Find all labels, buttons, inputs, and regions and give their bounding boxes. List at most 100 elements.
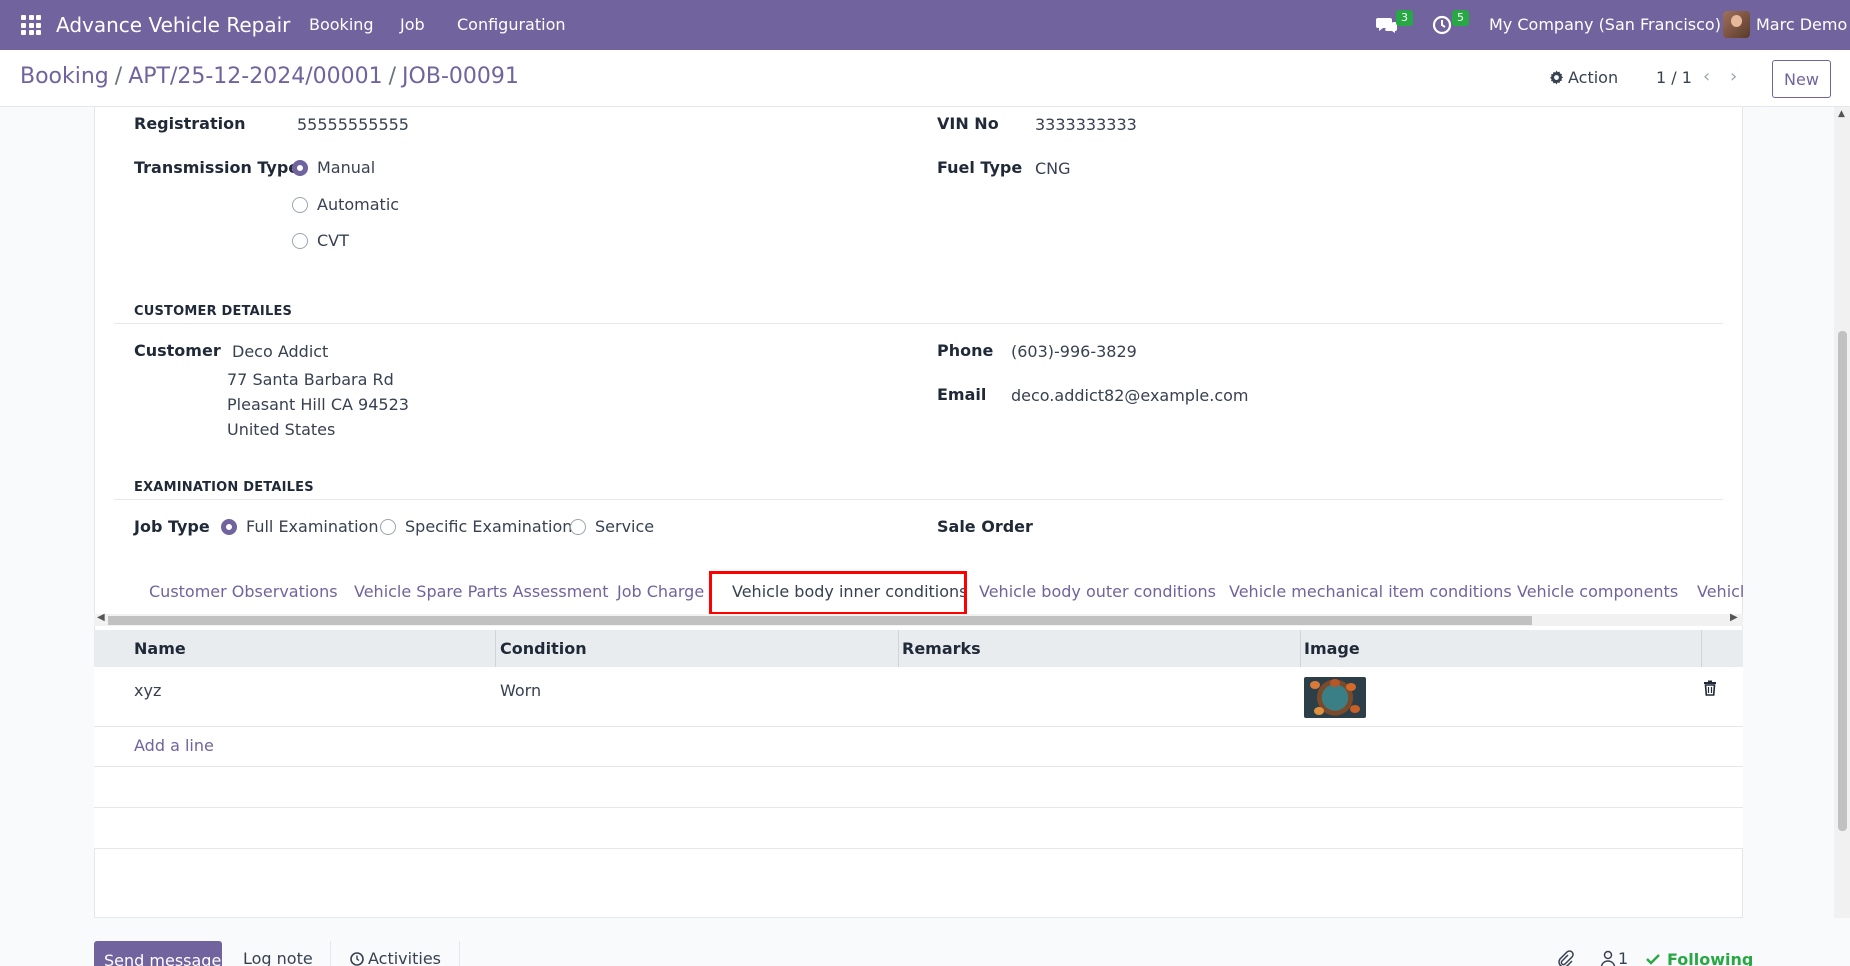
column-header-remarks[interactable]: Remarks [902,639,981,658]
scroll-left-icon[interactable]: ◀ [97,612,105,623]
highlight-box [709,571,967,615]
empty-row [94,808,1743,849]
radio-label: CVT [317,231,349,250]
clock-icon [350,952,364,966]
section-divider [114,499,1723,500]
vin-field[interactable]: 3333333333 [1035,115,1137,134]
job-type-service-radio[interactable]: Service [570,517,654,536]
customer-address-line: 77 Santa Barbara Rd [227,370,394,389]
column-header-condition[interactable]: Condition [500,639,587,658]
gear-icon [1549,70,1564,85]
send-message-button[interactable]: Send message [94,941,222,966]
tab-vehicle-components[interactable]: Vehicle components [1517,582,1678,601]
column-separator [1300,630,1301,667]
table-row[interactable] [94,667,1743,727]
radio-unchecked-icon [292,232,308,249]
tab-mechanical-item-conditions[interactable]: Vehicle mechanical item conditions [1229,582,1512,601]
sale-order-label: Sale Order [937,517,1033,536]
new-button[interactable]: New [1772,60,1831,98]
radio-unchecked-icon [570,518,586,535]
pager-next-icon[interactable]: › [1730,66,1737,87]
tab-body-outer-conditions[interactable]: Vehicle body outer conditions [979,582,1216,601]
chatter-separator [330,941,331,966]
breadcrumb-current: JOB-00091 [402,64,519,89]
breadcrumb-appointment[interactable]: APT/25-12-2024/00001 [128,64,382,89]
column-header-image[interactable]: Image [1304,639,1360,658]
pager-value[interactable]: 1 / 1 [1656,68,1692,87]
radio-label: Full Examination [246,517,379,536]
tab-overflow[interactable]: Vehicl [1697,582,1743,601]
pager-previous-icon[interactable]: ‹ [1703,66,1710,87]
scrollbar-thumb[interactable] [108,616,1532,625]
breadcrumb-separator: / [388,64,397,89]
action-label: Action [1568,68,1619,87]
radio-label: Service [595,517,655,536]
log-note-button[interactable]: Log note [243,949,313,966]
breadcrumb-separator: / [114,64,123,89]
clock-icon[interactable] [1432,15,1452,35]
tab-spare-parts-assessment[interactable]: Vehicle Spare Parts Assessment [354,582,609,601]
radio-label: Manual [317,158,376,177]
tabs-horizontal-scrollbar[interactable]: ◀ ▶ [94,612,1743,626]
transmission-label: Transmission Type [134,158,300,177]
row-image-thumbnail[interactable] [1304,677,1366,718]
page-vertical-scrollbar[interactable]: ▲ [1834,107,1850,918]
check-icon [1646,954,1660,965]
transmission-cvt-radio[interactable]: CVT [292,231,349,250]
row-name-cell[interactable]: xyz [134,681,161,700]
email-label: Email [937,385,987,404]
fuel-type-field[interactable]: CNG [1035,159,1071,178]
following-button[interactable]: Following [1667,950,1753,966]
app-title[interactable]: Advance Vehicle Repair [56,13,290,37]
breadcrumb-booking[interactable]: Booking [20,64,109,89]
control-panel: Booking / APT/25-12-2024/00001/JOB-00091 A… [0,50,1850,107]
add-line-link[interactable]: Add a line [134,736,214,755]
activities-button[interactable]: Activities [368,949,441,966]
company-switcher[interactable]: My Company (San Francisco) [1489,15,1721,34]
transmission-manual-radio[interactable]: Manual [292,158,375,177]
transmission-automatic-radio[interactable]: Automatic [292,195,399,214]
top-navbar: Advance Vehicle Repair Booking Job Confi… [0,0,1850,50]
job-type-full-radio[interactable]: Full Examination [221,517,378,536]
chatter-bar: Send message Log note Activities 1 Follo… [0,934,1850,966]
column-separator [1701,630,1702,667]
registration-field[interactable]: 55555555555 [297,115,409,134]
trash-icon[interactable] [1703,680,1717,696]
scroll-up-icon[interactable]: ▲ [1838,109,1845,119]
menu-configuration[interactable]: Configuration [457,15,566,34]
apps-grid-icon[interactable] [21,15,41,35]
section-divider [114,323,1723,324]
scrollbar-thumb[interactable] [1838,331,1847,831]
row-condition-cell[interactable]: Worn [500,681,541,700]
empty-row [94,767,1743,808]
chat-icon[interactable] [1376,15,1398,35]
column-header-name[interactable]: Name [134,639,186,658]
customer-address-line: Pleasant Hill CA 94523 [227,395,409,414]
phone-field[interactable]: (603)-996-3829 [1011,342,1137,361]
radio-label: Automatic [317,195,400,214]
followers-count[interactable]: 1 [1618,949,1628,966]
messages-badge: 3 [1396,10,1413,26]
add-line-row [94,727,1743,767]
menu-job[interactable]: Job [400,15,425,34]
phone-label: Phone [937,341,994,360]
tab-job-charge[interactable]: Job Charge [617,582,704,601]
breadcrumb: Booking / APT/25-12-2024/00001/JOB-00091 [20,64,519,89]
radio-unchecked-icon [380,518,396,535]
activities-badge: 5 [1452,10,1469,26]
tab-customer-observations[interactable]: Customer Observations [149,582,338,601]
scroll-right-icon[interactable]: ▶ [1730,612,1738,623]
user-menu[interactable]: Marc Demo [1756,15,1847,34]
followers-icon[interactable] [1600,950,1616,966]
paperclip-icon[interactable] [1556,950,1574,966]
radio-label: Specific Examination [405,517,573,536]
radio-checked-icon [292,159,308,176]
email-field[interactable]: deco.addict82@example.com [1011,386,1249,405]
registration-label: Registration [134,114,246,133]
customer-name-link[interactable]: Deco Addict [232,342,328,361]
action-button[interactable]: Action [1549,68,1618,87]
job-type-specific-radio[interactable]: Specific Examination [380,517,572,536]
menu-booking[interactable]: Booking [309,15,374,34]
user-avatar[interactable] [1723,11,1750,38]
customer-address-line: United States [227,420,336,439]
